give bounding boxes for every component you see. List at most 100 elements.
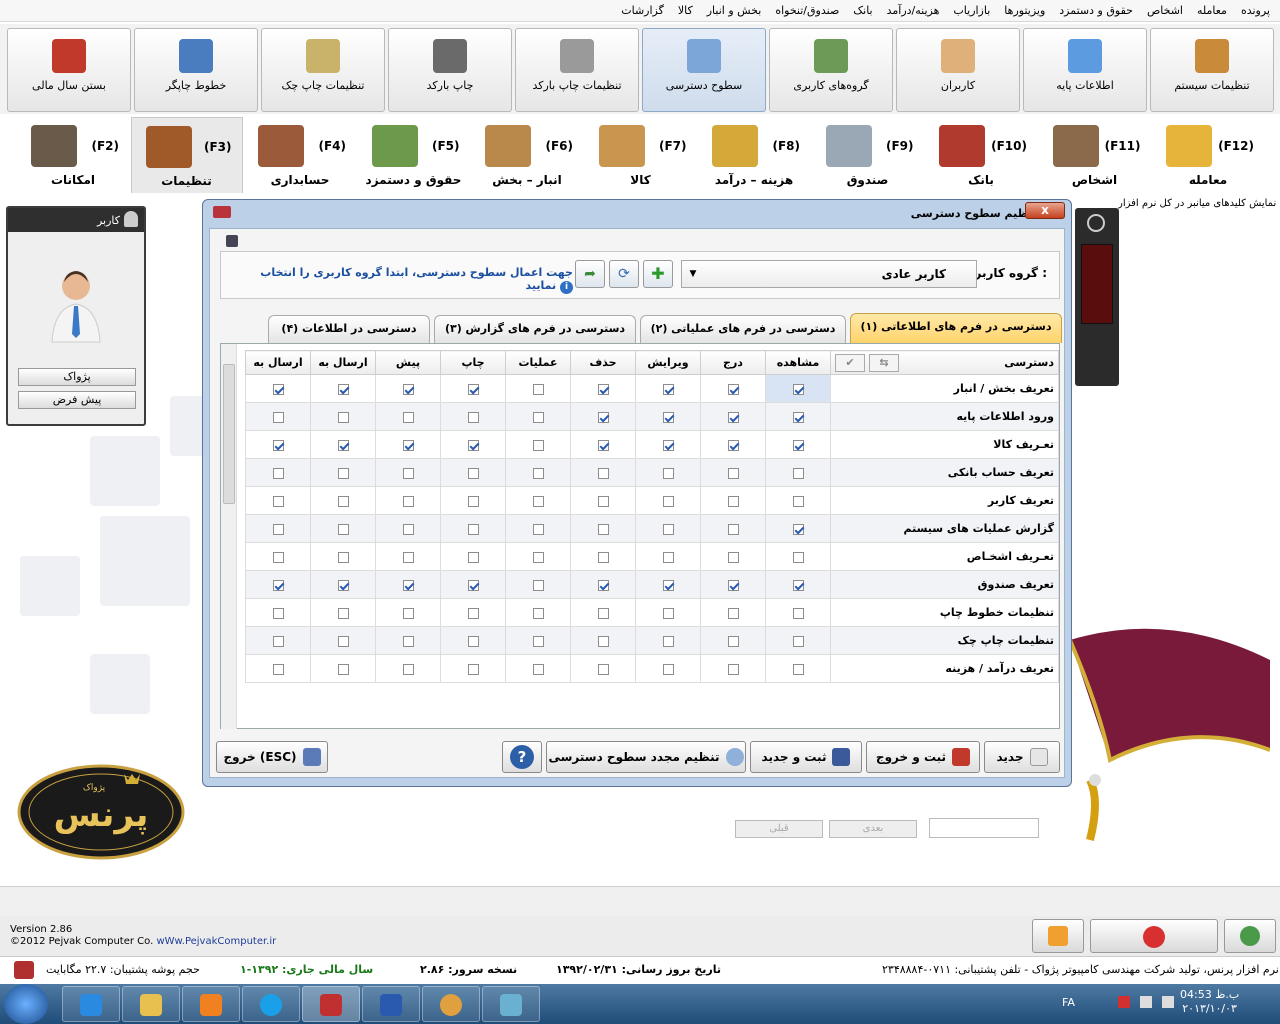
permission-checkbox[interactable] [727,579,739,591]
permission-checkbox[interactable] [402,635,414,647]
scrollbar-thumb[interactable] [223,364,235,504]
fkey-button-8[interactable]: (F4) حسابداری [244,117,356,193]
pager-input[interactable] [929,818,1039,838]
permission-checkbox[interactable] [662,439,674,451]
permission-checkbox[interactable] [727,635,739,647]
permission-checkbox[interactable] [662,523,674,535]
column-header-6[interactable]: چاپ [440,350,506,375]
permission-checkbox[interactable] [792,551,804,563]
menu-item-10[interactable]: کالا [678,4,693,17]
permission-checkbox[interactable] [272,383,284,395]
permission-checkbox[interactable] [402,383,414,395]
new-button[interactable]: جدید [984,741,1060,773]
menu-item-2[interactable]: اشخاص [1147,4,1183,17]
taskbar-paint[interactable] [422,986,480,1022]
permission-checkbox[interactable] [402,411,414,423]
toolbar-button-9[interactable]: بستن سال مالی [7,28,131,112]
column-header-0[interactable]: ✔ ⇆ دسترسی [830,350,1059,375]
permission-checkbox[interactable] [662,495,674,507]
taskbar-skype[interactable] [242,986,300,1022]
permission-checkbox[interactable] [792,523,804,535]
permission-checkbox[interactable] [272,495,284,507]
permission-checkbox[interactable] [337,495,349,507]
website-link[interactable]: wWw.PejvakComputer.ir [156,936,276,947]
start-button[interactable] [4,984,48,1024]
volume-icon[interactable] [1162,996,1174,1008]
permission-checkbox[interactable] [662,607,674,619]
toolbar-button-7[interactable]: تنظیمات چاپ چک [261,28,385,112]
permission-checkbox[interactable] [337,579,349,591]
pager-prev-button[interactable]: قبلی [735,820,823,838]
fkey-button-10[interactable]: (F2) امکانات [17,117,129,193]
permission-checkbox[interactable] [272,663,284,675]
permission-checkbox[interactable] [272,579,284,591]
permission-checkbox[interactable] [467,439,479,451]
permission-checkbox[interactable] [337,551,349,563]
tab-info-access[interactable]: دسترسی در اطلاعات (۴) [268,315,430,343]
permission-checkbox[interactable] [727,551,739,563]
permission-checkbox[interactable] [337,523,349,535]
taskbar-ie[interactable] [62,986,120,1022]
menu-item-8[interactable]: صندوق/تنخواه [775,4,839,17]
permission-checkbox[interactable] [337,411,349,423]
permission-checkbox[interactable] [337,383,349,395]
permission-checkbox[interactable] [532,579,544,591]
permission-checkbox[interactable] [532,635,544,647]
save-disk-icon[interactable] [226,235,238,247]
permission-checkbox[interactable] [272,467,284,479]
permission-checkbox[interactable] [792,411,804,423]
permission-checkbox[interactable] [337,635,349,647]
permission-checkbox[interactable] [402,467,414,479]
flag-icon[interactable] [1118,996,1130,1008]
menu-item-3[interactable]: حقوق و دستمزد [1059,4,1133,17]
column-header-1[interactable]: مشاهده [765,350,831,375]
default-user-button[interactable]: پیش فرض [18,391,136,409]
power-button[interactable] [1090,919,1218,953]
toolbar-button-1[interactable]: اطلاعات پایه [1023,28,1147,112]
fkey-button-3[interactable]: (F9) صندوق [812,117,924,193]
permission-checkbox[interactable] [792,635,804,647]
save-exit-button[interactable]: ثبت و خروج [866,741,980,773]
fkey-button-5[interactable]: (F7) کالا [585,117,697,193]
permission-checkbox[interactable] [272,551,284,563]
switch-user-button[interactable] [1224,919,1276,953]
dialog-close-button[interactable]: x [1025,202,1065,219]
permission-checkbox[interactable] [662,635,674,647]
permission-checkbox[interactable] [272,523,284,535]
apply-button[interactable]: ➦ [575,260,605,288]
menu-item-6[interactable]: هزینه/درآمد [887,4,940,17]
permission-checkbox[interactable] [532,663,544,675]
toolbar-button-8[interactable]: خطوط چاپگر [134,28,258,112]
fkey-button-7[interactable]: (F5) حقوق و دستمزد [358,117,470,193]
permission-checkbox[interactable] [337,439,349,451]
taskbar-explorer[interactable] [122,986,180,1022]
permission-checkbox[interactable] [467,663,479,675]
pager-next-button[interactable]: بعدی [829,820,917,838]
menu-item-11[interactable]: گزارشات [621,4,664,17]
toolbar-button-2[interactable]: کاربران [896,28,1020,112]
permission-checkbox[interactable] [467,551,479,563]
permission-checkbox[interactable] [402,495,414,507]
permission-checkbox[interactable] [792,579,804,591]
reset-access-button[interactable]: تنظیم مجدد سطوح دسترسی [546,741,746,773]
permission-checkbox[interactable] [402,579,414,591]
permission-checkbox[interactable] [727,523,739,535]
menu-item-0[interactable]: پرونده [1241,4,1270,17]
permission-checkbox[interactable] [402,551,414,563]
toolbar-button-5[interactable]: تنظیمات چاپ بارکد [515,28,639,112]
permission-checkbox[interactable] [597,411,609,423]
tab-report-forms[interactable]: دسترسی در فرم های گزارش (۳) [434,315,636,343]
fkey-button-6[interactable]: (F6) انبار – بخش [471,117,583,193]
network-icon[interactable] [1140,996,1152,1008]
permission-checkbox[interactable] [597,579,609,591]
permission-checkbox[interactable] [532,607,544,619]
permission-checkbox[interactable] [402,663,414,675]
column-header-4[interactable]: حذف [570,350,636,375]
check-all-icon[interactable]: ✔ [835,353,865,372]
permission-checkbox[interactable] [272,411,284,423]
menu-item-4[interactable]: ویزیتورها [1004,4,1045,17]
permission-checkbox[interactable] [337,467,349,479]
permission-checkbox[interactable] [597,523,609,535]
permission-checkbox[interactable] [467,467,479,479]
permission-checkbox[interactable] [532,383,544,395]
